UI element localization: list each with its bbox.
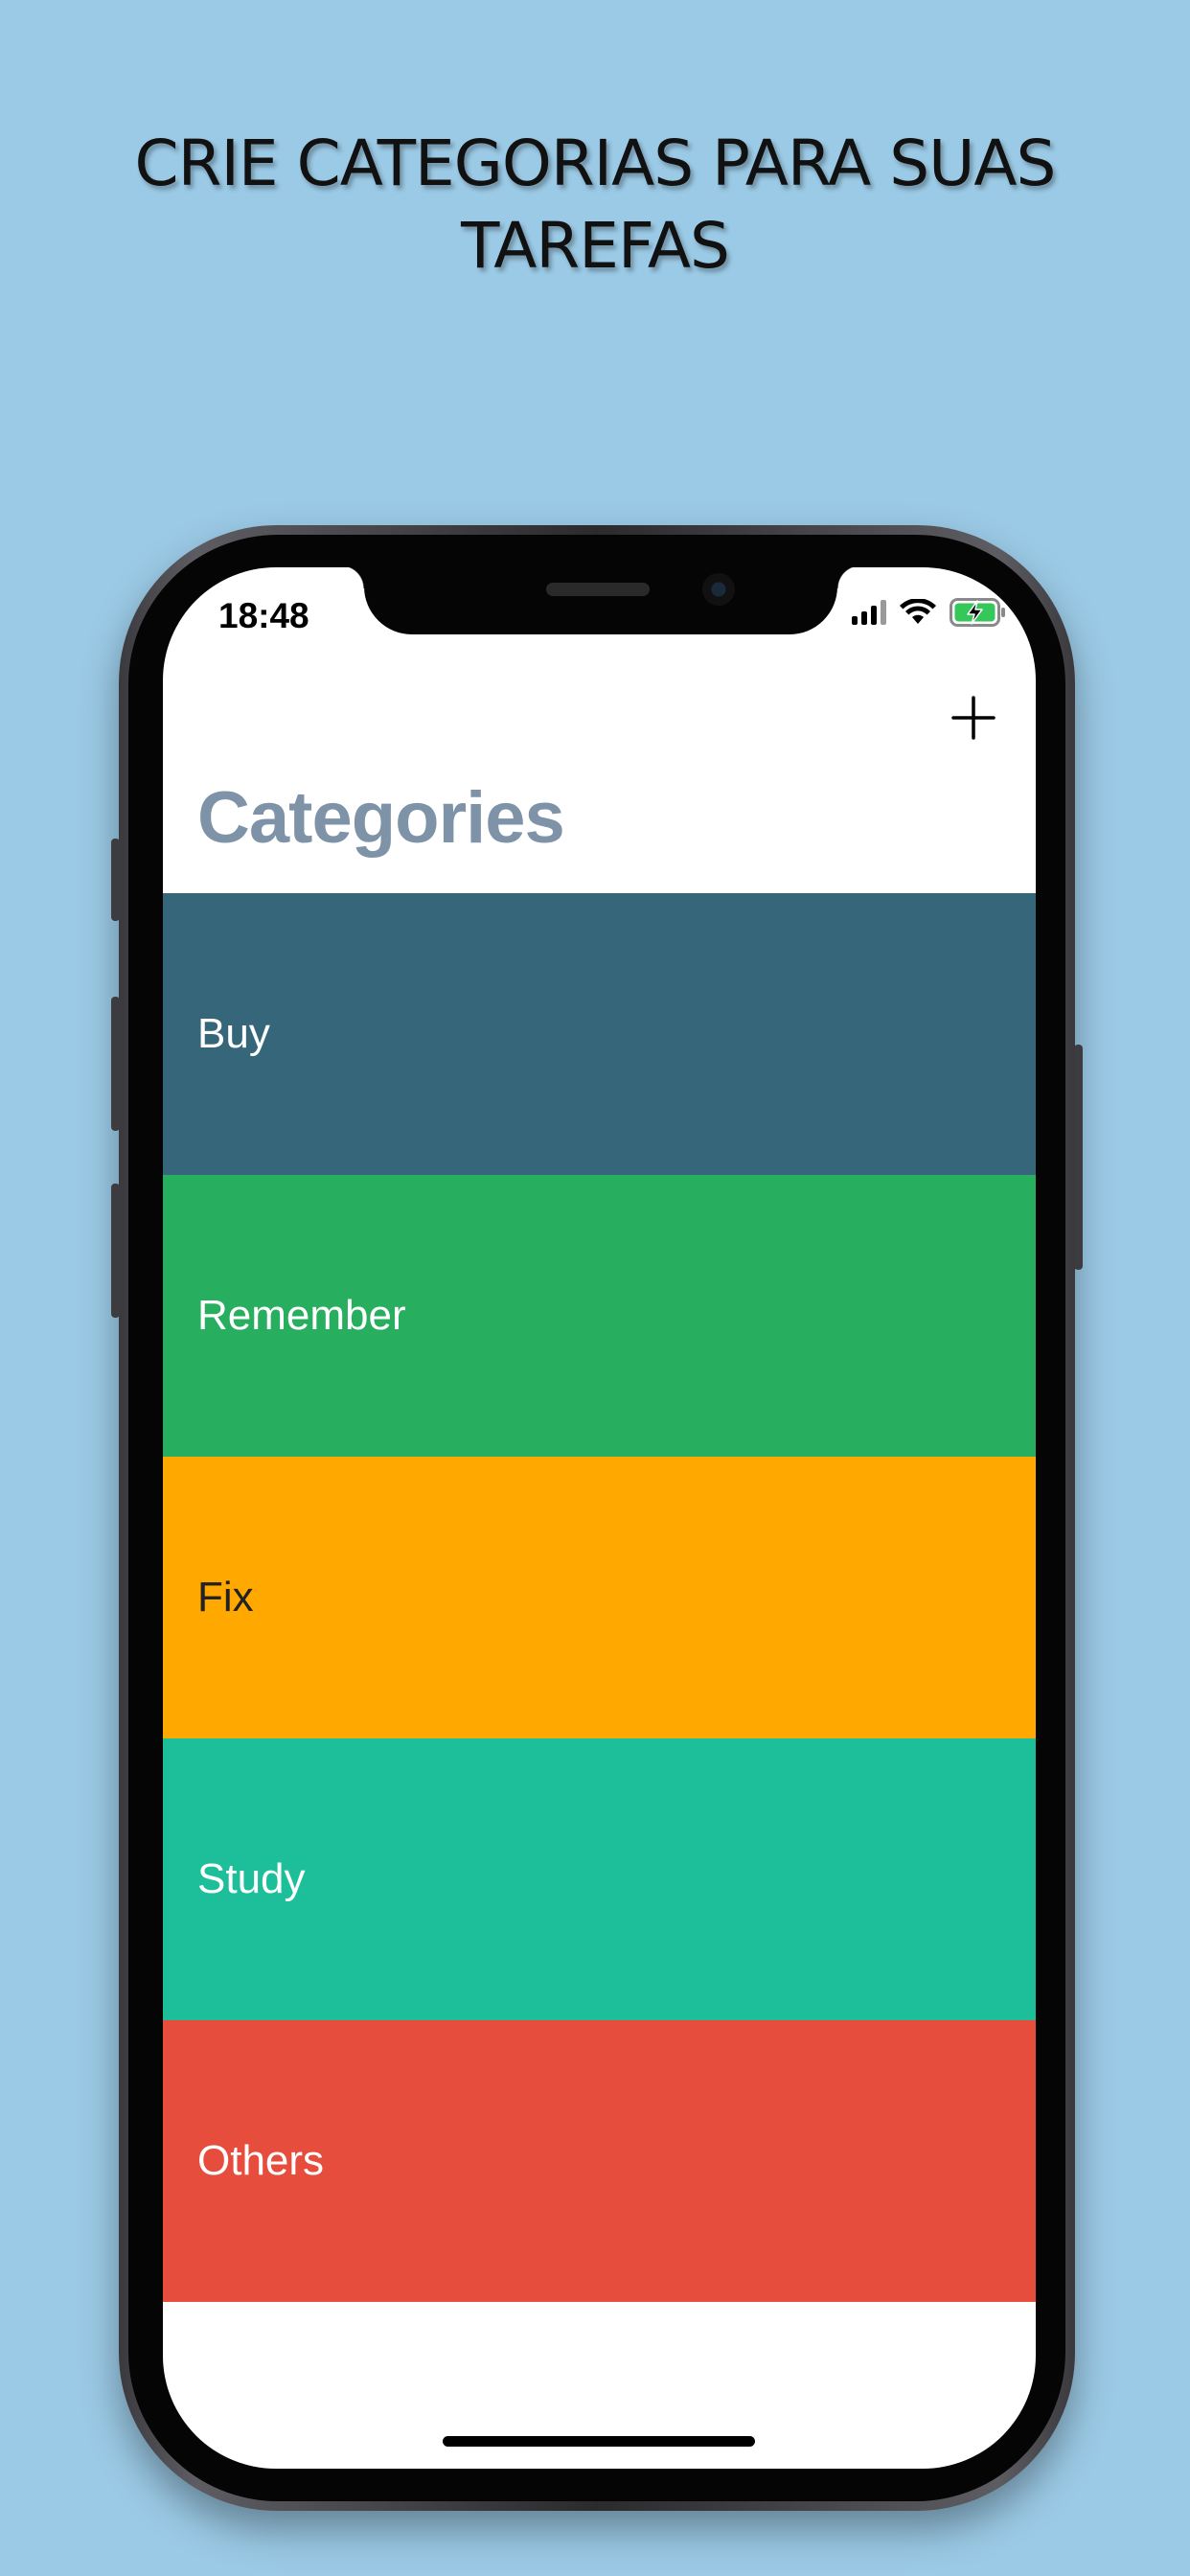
power-button [1074, 1045, 1083, 1270]
category-row-buy[interactable]: Buy [163, 893, 1036, 1175]
category-label: Remember [197, 1292, 406, 1339]
promo-headline-line-2: TAREFAS [461, 209, 730, 283]
earpiece-speaker [546, 583, 650, 596]
plus-icon [951, 696, 995, 740]
category-list: Buy Remember Fix Study Others [163, 893, 1036, 2302]
wifi-icon [900, 599, 936, 624]
category-row-remember[interactable]: Remember [163, 1175, 1036, 1457]
notch [341, 567, 860, 634]
front-camera [702, 573, 735, 606]
add-category-button[interactable] [948, 692, 999, 744]
category-label: Buy [197, 1010, 270, 1057]
category-row-others[interactable]: Others [163, 2020, 1036, 2302]
category-label: Fix [197, 1574, 254, 1621]
status-icons [852, 598, 1007, 627]
status-time: 18:48 [218, 596, 309, 635]
category-row-study[interactable]: Study [163, 1738, 1036, 2020]
category-label: Study [197, 1855, 306, 1902]
page-title: Categories [197, 777, 565, 859]
volume-up-button [111, 997, 120, 1131]
promo-headline: CRIE CATEGORIAS PARA SUAS TAREFAS [0, 123, 1190, 288]
category-row-fix[interactable]: Fix [163, 1457, 1036, 1738]
promo-headline-line-1: CRIE CATEGORIAS PARA SUAS [134, 126, 1057, 200]
category-label: Others [197, 2137, 325, 2184]
phone-screen: 18:48 Categories Buy Remember Fix Study … [163, 567, 1036, 2469]
silent-switch [111, 839, 120, 921]
home-indicator[interactable] [443, 2436, 755, 2447]
cellular-signal-icon [852, 600, 886, 625]
battery-charging-icon [950, 598, 1005, 627]
volume-down-button [111, 1184, 120, 1318]
